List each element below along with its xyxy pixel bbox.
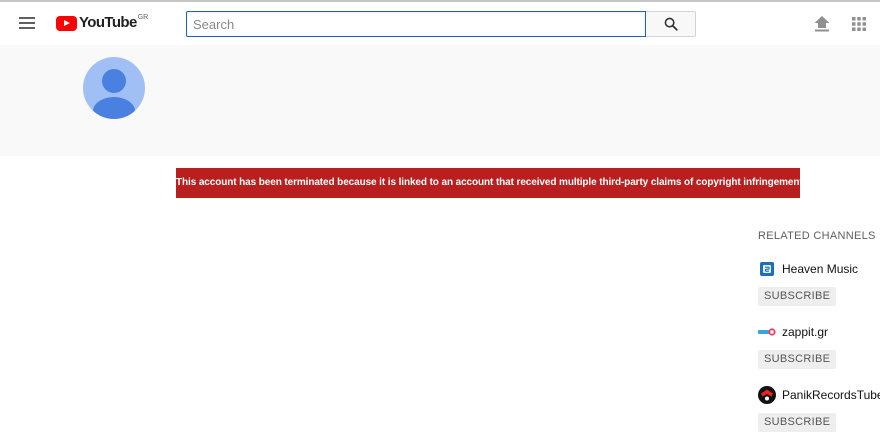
hamburger-icon-bar [19, 17, 35, 19]
subscribe-button[interactable]: SUBSCRIBE [758, 413, 837, 432]
default-avatar-icon [93, 69, 135, 119]
youtube-play-icon [56, 16, 77, 31]
youtube-logo-link[interactable]: YouTube GR [56, 14, 148, 34]
apps-button[interactable] [851, 16, 867, 32]
upload-icon [814, 16, 830, 32]
search-button[interactable] [646, 11, 696, 37]
related-channel-link[interactable]: zappit.gr [758, 323, 880, 341]
account-terminated-alert: This account has been terminated because… [176, 168, 805, 198]
zappit-thumbnail-icon [758, 323, 776, 341]
logo-text: YouTube [79, 14, 137, 31]
related-channel-link[interactable]: PanikRecordsTube [758, 386, 880, 404]
hamburger-icon-bar [19, 27, 35, 29]
channel-avatar [83, 57, 145, 119]
masthead: YouTube GR [0, 2, 880, 45]
search-bar [186, 11, 696, 37]
guide-menu-button[interactable] [19, 14, 37, 32]
upload-button[interactable] [812, 14, 832, 34]
related-channel-name: Heaven Music [782, 262, 859, 276]
related-channels: RELATED CHANNELS Heaven Music SUBSCRIBE [758, 228, 880, 432]
heaven-music-thumbnail-icon [758, 260, 776, 278]
panik-records-thumbnail-icon [758, 386, 776, 404]
channel-header [0, 45, 880, 156]
search-icon [664, 17, 678, 31]
apps-grid-icon [852, 17, 866, 31]
related-channel-item: PanikRecordsTube SUBSCRIBE [758, 386, 880, 432]
subscribe-button[interactable]: SUBSCRIBE [758, 287, 837, 306]
related-channel-item: Heaven Music SUBSCRIBE [758, 260, 880, 306]
hamburger-icon-bar [19, 22, 35, 24]
related-channel-name: zappit.gr [782, 325, 829, 339]
related-channel-name: PanikRecordsTube [782, 388, 880, 402]
related-channels-title: RELATED CHANNELS [758, 230, 876, 242]
search-input[interactable] [186, 11, 646, 37]
subscribe-button[interactable]: SUBSCRIBE [758, 350, 837, 369]
related-channel-link[interactable]: Heaven Music [758, 260, 880, 278]
country-code: GR [137, 14, 149, 21]
related-channel-item: zappit.gr SUBSCRIBE [758, 323, 880, 369]
